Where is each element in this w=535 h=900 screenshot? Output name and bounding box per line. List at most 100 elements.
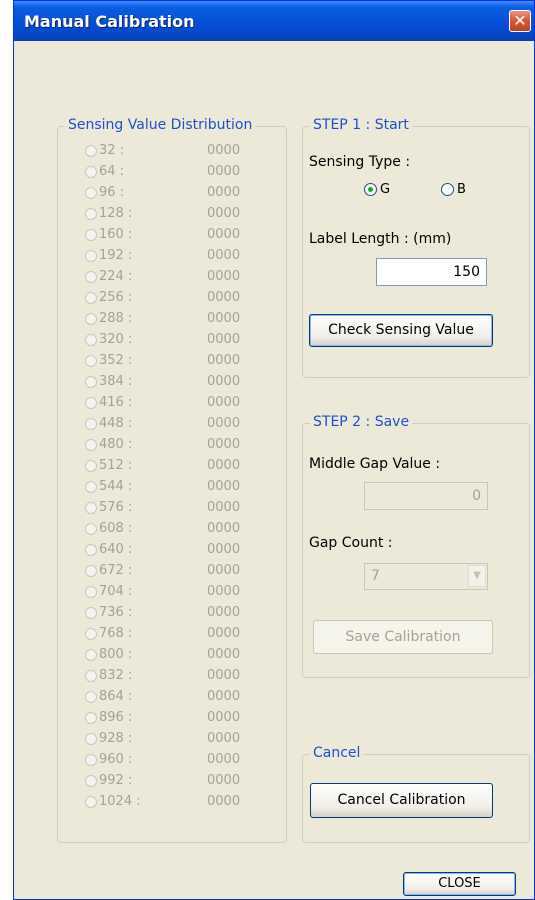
distribution-row: 1024 : 0000 xyxy=(85,794,275,814)
distribution-key: 800 : xyxy=(99,647,133,662)
distribution-radio[interactable] xyxy=(85,271,97,283)
manual-calibration-window: Manual Calibration ✕ Sensing Value Distr… xyxy=(13,0,535,900)
close-window-button[interactable]: ✕ xyxy=(509,10,531,32)
distribution-radio[interactable] xyxy=(85,565,97,577)
distribution-row: 96 : 0000 xyxy=(85,185,275,205)
distribution-value: 0000 xyxy=(207,143,241,158)
distribution-key: 128 : xyxy=(99,206,133,221)
distribution-key: 896 : xyxy=(99,710,133,725)
distribution-value: 0000 xyxy=(207,374,241,389)
distribution-row: 832 : 0000 xyxy=(85,668,275,688)
sensing-type-b-label[interactable]: B xyxy=(457,182,466,197)
distribution-radio[interactable] xyxy=(85,376,97,388)
save-calibration-button[interactable]: Save Calibration xyxy=(313,620,493,654)
distribution-radio[interactable] xyxy=(85,754,97,766)
middle-gap-label: Middle Gap Value : xyxy=(309,456,441,472)
distribution-key: 416 : xyxy=(99,395,133,410)
distribution-key: 704 : xyxy=(99,584,133,599)
distribution-radio[interactable] xyxy=(85,187,97,199)
distribution-value: 0000 xyxy=(207,731,241,746)
distribution-radio[interactable] xyxy=(85,502,97,514)
distribution-radio[interactable] xyxy=(85,439,97,451)
distribution-value: 0000 xyxy=(207,689,241,704)
distribution-radio[interactable] xyxy=(85,544,97,556)
distribution-key: 608 : xyxy=(99,521,133,536)
distribution-value: 0000 xyxy=(207,437,241,452)
distribution-row: 320 : 0000 xyxy=(85,332,275,352)
distribution-radio[interactable] xyxy=(85,586,97,598)
distribution-group-title: Sensing Value Distribution xyxy=(65,117,256,133)
distribution-key: 672 : xyxy=(99,563,133,578)
distribution-key: 736 : xyxy=(99,605,133,620)
check-sensing-value-button[interactable]: Check Sensing Value xyxy=(309,314,493,347)
distribution-radio[interactable] xyxy=(85,481,97,493)
distribution-radio[interactable] xyxy=(85,460,97,472)
gap-count-value: 7 xyxy=(371,568,380,584)
distribution-row: 384 : 0000 xyxy=(85,374,275,394)
distribution-radio[interactable] xyxy=(85,628,97,640)
distribution-row: 992 : 0000 xyxy=(85,773,275,793)
distribution-radio[interactable] xyxy=(85,691,97,703)
distribution-key: 768 : xyxy=(99,626,133,641)
step2-group-title: STEP 2 : Save xyxy=(310,414,413,430)
sensing-type-g-radio[interactable] xyxy=(364,183,377,196)
close-button[interactable]: CLOSE xyxy=(403,872,516,896)
distribution-radio[interactable] xyxy=(85,397,97,409)
distribution-radio[interactable] xyxy=(85,292,97,304)
distribution-value: 0000 xyxy=(207,773,241,788)
cancel-group: Cancel Cancel Calibration xyxy=(302,745,530,843)
sensing-type-b-radio[interactable] xyxy=(441,183,454,196)
distribution-radio[interactable] xyxy=(85,670,97,682)
distribution-key: 96 : xyxy=(99,185,125,200)
distribution-radio[interactable] xyxy=(85,733,97,745)
distribution-row: 480 : 0000 xyxy=(85,437,275,457)
distribution-radio[interactable] xyxy=(85,607,97,619)
distribution-row: 736 : 0000 xyxy=(85,605,275,625)
distribution-key: 544 : xyxy=(99,479,133,494)
distribution-radio[interactable] xyxy=(85,145,97,157)
distribution-value: 0000 xyxy=(207,521,241,536)
distribution-key: 352 : xyxy=(99,353,133,368)
distribution-key: 928 : xyxy=(99,731,133,746)
distribution-radio[interactable] xyxy=(85,418,97,430)
title-bar[interactable]: Manual Calibration ✕ xyxy=(14,1,534,41)
distribution-value: 0000 xyxy=(207,206,241,221)
distribution-key: 864 : xyxy=(99,689,133,704)
distribution-row: 288 : 0000 xyxy=(85,311,275,331)
distribution-radio[interactable] xyxy=(85,229,97,241)
distribution-row: 928 : 0000 xyxy=(85,731,275,751)
distribution-value: 0000 xyxy=(207,584,241,599)
distribution-radio[interactable] xyxy=(85,712,97,724)
cancel-calibration-button[interactable]: Cancel Calibration xyxy=(310,783,493,818)
distribution-radio[interactable] xyxy=(85,796,97,808)
distribution-value: 0000 xyxy=(207,164,241,179)
distribution-radio[interactable] xyxy=(85,250,97,262)
distribution-radio[interactable] xyxy=(85,775,97,787)
distribution-value: 0000 xyxy=(207,248,241,263)
distribution-value: 0000 xyxy=(207,626,241,641)
distribution-radio[interactable] xyxy=(85,649,97,661)
distribution-value: 0000 xyxy=(207,353,241,368)
distribution-radio[interactable] xyxy=(85,166,97,178)
gap-count-select[interactable]: 7 ▼ xyxy=(364,563,488,590)
distribution-row: 864 : 0000 xyxy=(85,689,275,709)
distribution-value: 0000 xyxy=(207,563,241,578)
distribution-row: 576 : 0000 xyxy=(85,500,275,520)
distribution-key: 320 : xyxy=(99,332,133,347)
distribution-radio[interactable] xyxy=(85,313,97,325)
chevron-down-icon[interactable]: ▼ xyxy=(468,565,486,587)
distribution-radio[interactable] xyxy=(85,523,97,535)
step1-group-title: STEP 1 : Start xyxy=(310,117,412,133)
distribution-value: 0000 xyxy=(207,479,241,494)
distribution-radio[interactable] xyxy=(85,208,97,220)
sensing-type-g-label[interactable]: G xyxy=(380,182,390,197)
distribution-radio[interactable] xyxy=(85,355,97,367)
label-length-input[interactable]: 150 xyxy=(376,258,487,286)
middle-gap-input[interactable]: 0 xyxy=(364,482,488,510)
distribution-key: 224 : xyxy=(99,269,133,284)
distribution-radio[interactable] xyxy=(85,334,97,346)
distribution-row: 768 : 0000 xyxy=(85,626,275,646)
distribution-row: 960 : 0000 xyxy=(85,752,275,772)
distribution-value: 0000 xyxy=(207,710,241,725)
distribution-value: 0000 xyxy=(207,290,241,305)
